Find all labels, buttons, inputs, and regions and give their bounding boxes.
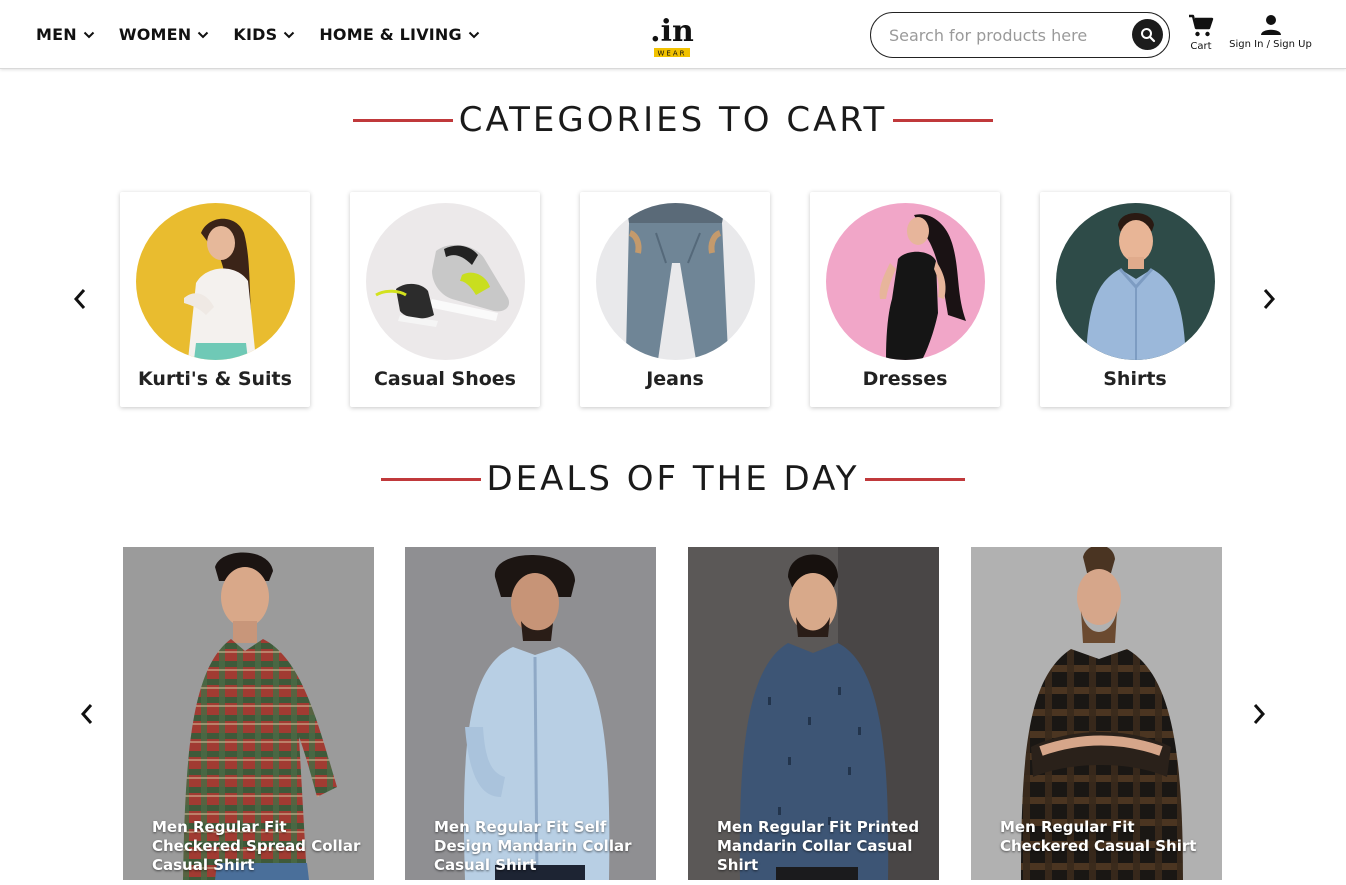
chevron-down-icon	[83, 31, 95, 38]
cart-icon	[1189, 14, 1214, 37]
user-icon	[1260, 15, 1281, 35]
nav-home-living-label: HOME & LIVING	[319, 25, 462, 44]
nav-men[interactable]: MEN	[36, 25, 95, 44]
site-logo[interactable]: .in WEAR	[648, 8, 696, 60]
heading-rule-right	[865, 477, 966, 481]
categories-heading: CATEGORIES TO CART	[0, 100, 1346, 140]
category-card-casual-shoes[interactable]: Casual Shoes	[350, 192, 540, 407]
category-card-jeans[interactable]: Jeans	[580, 192, 770, 407]
deal-product-name: Men Regular Fit Printed Mandarin Collar …	[717, 818, 920, 874]
search-icon	[1140, 27, 1155, 42]
category-card-dresses[interactable]: Dresses	[810, 192, 1000, 407]
cart-button[interactable]: Cart	[1186, 14, 1216, 52]
deal-product-name: Men Regular Fit Checkered Spread Collar …	[152, 818, 361, 874]
deals-heading: DEALS OF THE DAY	[0, 459, 1346, 499]
category-label: Dresses	[862, 368, 948, 390]
deal-product-name: Men Regular Fit Checkered Casual Shirt	[1000, 818, 1197, 855]
nav-women-label: WOMEN	[118, 25, 192, 44]
chevron-down-icon	[468, 31, 480, 38]
cart-label: Cart	[1190, 41, 1212, 52]
deals-prev-arrow[interactable]	[76, 703, 98, 725]
main-nav: MEN WOMEN KIDS HOME & LIVING	[36, 0, 504, 69]
search-bar	[870, 12, 1170, 58]
chevron-left-icon	[80, 704, 93, 724]
deal-card[interactable]: Men Regular Fit Self Design Mandarin Col…	[405, 547, 656, 880]
category-label: Kurti's & Suits	[138, 368, 292, 390]
category-label: Jeans	[646, 368, 704, 390]
sign-in-button[interactable]: Sign In / Sign Up	[1228, 14, 1313, 50]
heading-rule-left	[352, 118, 453, 122]
search-button[interactable]	[1132, 19, 1163, 50]
search-input[interactable]	[889, 23, 1119, 47]
category-image	[366, 203, 525, 360]
deal-card[interactable]: Men Regular Fit Printed Mandarin Collar …	[688, 547, 939, 880]
nav-women[interactable]: WOMEN	[119, 25, 210, 44]
deal-card[interactable]: Men Regular Fit Checkered Spread Collar …	[123, 547, 374, 880]
site-header: MEN WOMEN KIDS HOME & LIVING .in WEAR Se…	[0, 0, 1346, 69]
nav-men-label: MEN	[36, 25, 77, 44]
deal-product-name: Men Regular Fit Self Design Mandarin Col…	[434, 818, 632, 874]
category-image	[1056, 203, 1215, 360]
nav-kids-label: KIDS	[233, 25, 278, 44]
deals-title: DEALS OF THE DAY	[486, 459, 860, 499]
category-image	[826, 203, 985, 360]
category-image	[596, 203, 755, 360]
nav-home-living[interactable]: HOME & LIVING	[319, 25, 480, 44]
chevron-right-icon	[1253, 704, 1266, 724]
logo-mark: .in WEAR	[650, 14, 694, 58]
heading-rule-left	[380, 477, 481, 481]
deals-next-arrow[interactable]	[1248, 703, 1270, 725]
chevron-left-icon	[73, 289, 86, 309]
categories-title: CATEGORIES TO CART	[458, 100, 888, 140]
sign-in-label: Sign In / Sign Up	[1229, 39, 1312, 50]
heading-rule-right	[893, 118, 994, 122]
category-card-shirts[interactable]: Shirts	[1040, 192, 1230, 407]
category-card-kurtis[interactable]: Kurti's & Suits	[120, 192, 310, 407]
categories-prev-arrow[interactable]	[69, 288, 91, 310]
svg-text:.in: .in	[650, 14, 694, 49]
chevron-down-icon	[198, 31, 209, 38]
category-label: Casual Shoes	[373, 368, 516, 390]
category-label: Shirts	[1103, 368, 1167, 390]
svg-text:WEAR: WEAR	[658, 50, 687, 58]
category-image	[136, 203, 295, 360]
chevron-down-icon	[284, 31, 295, 38]
nav-kids[interactable]: KIDS	[233, 25, 295, 44]
categories-next-arrow[interactable]	[1258, 288, 1280, 310]
deal-card[interactable]: Men Regular Fit Checkered Casual Shirt	[971, 547, 1222, 880]
chevron-right-icon	[1263, 289, 1276, 309]
